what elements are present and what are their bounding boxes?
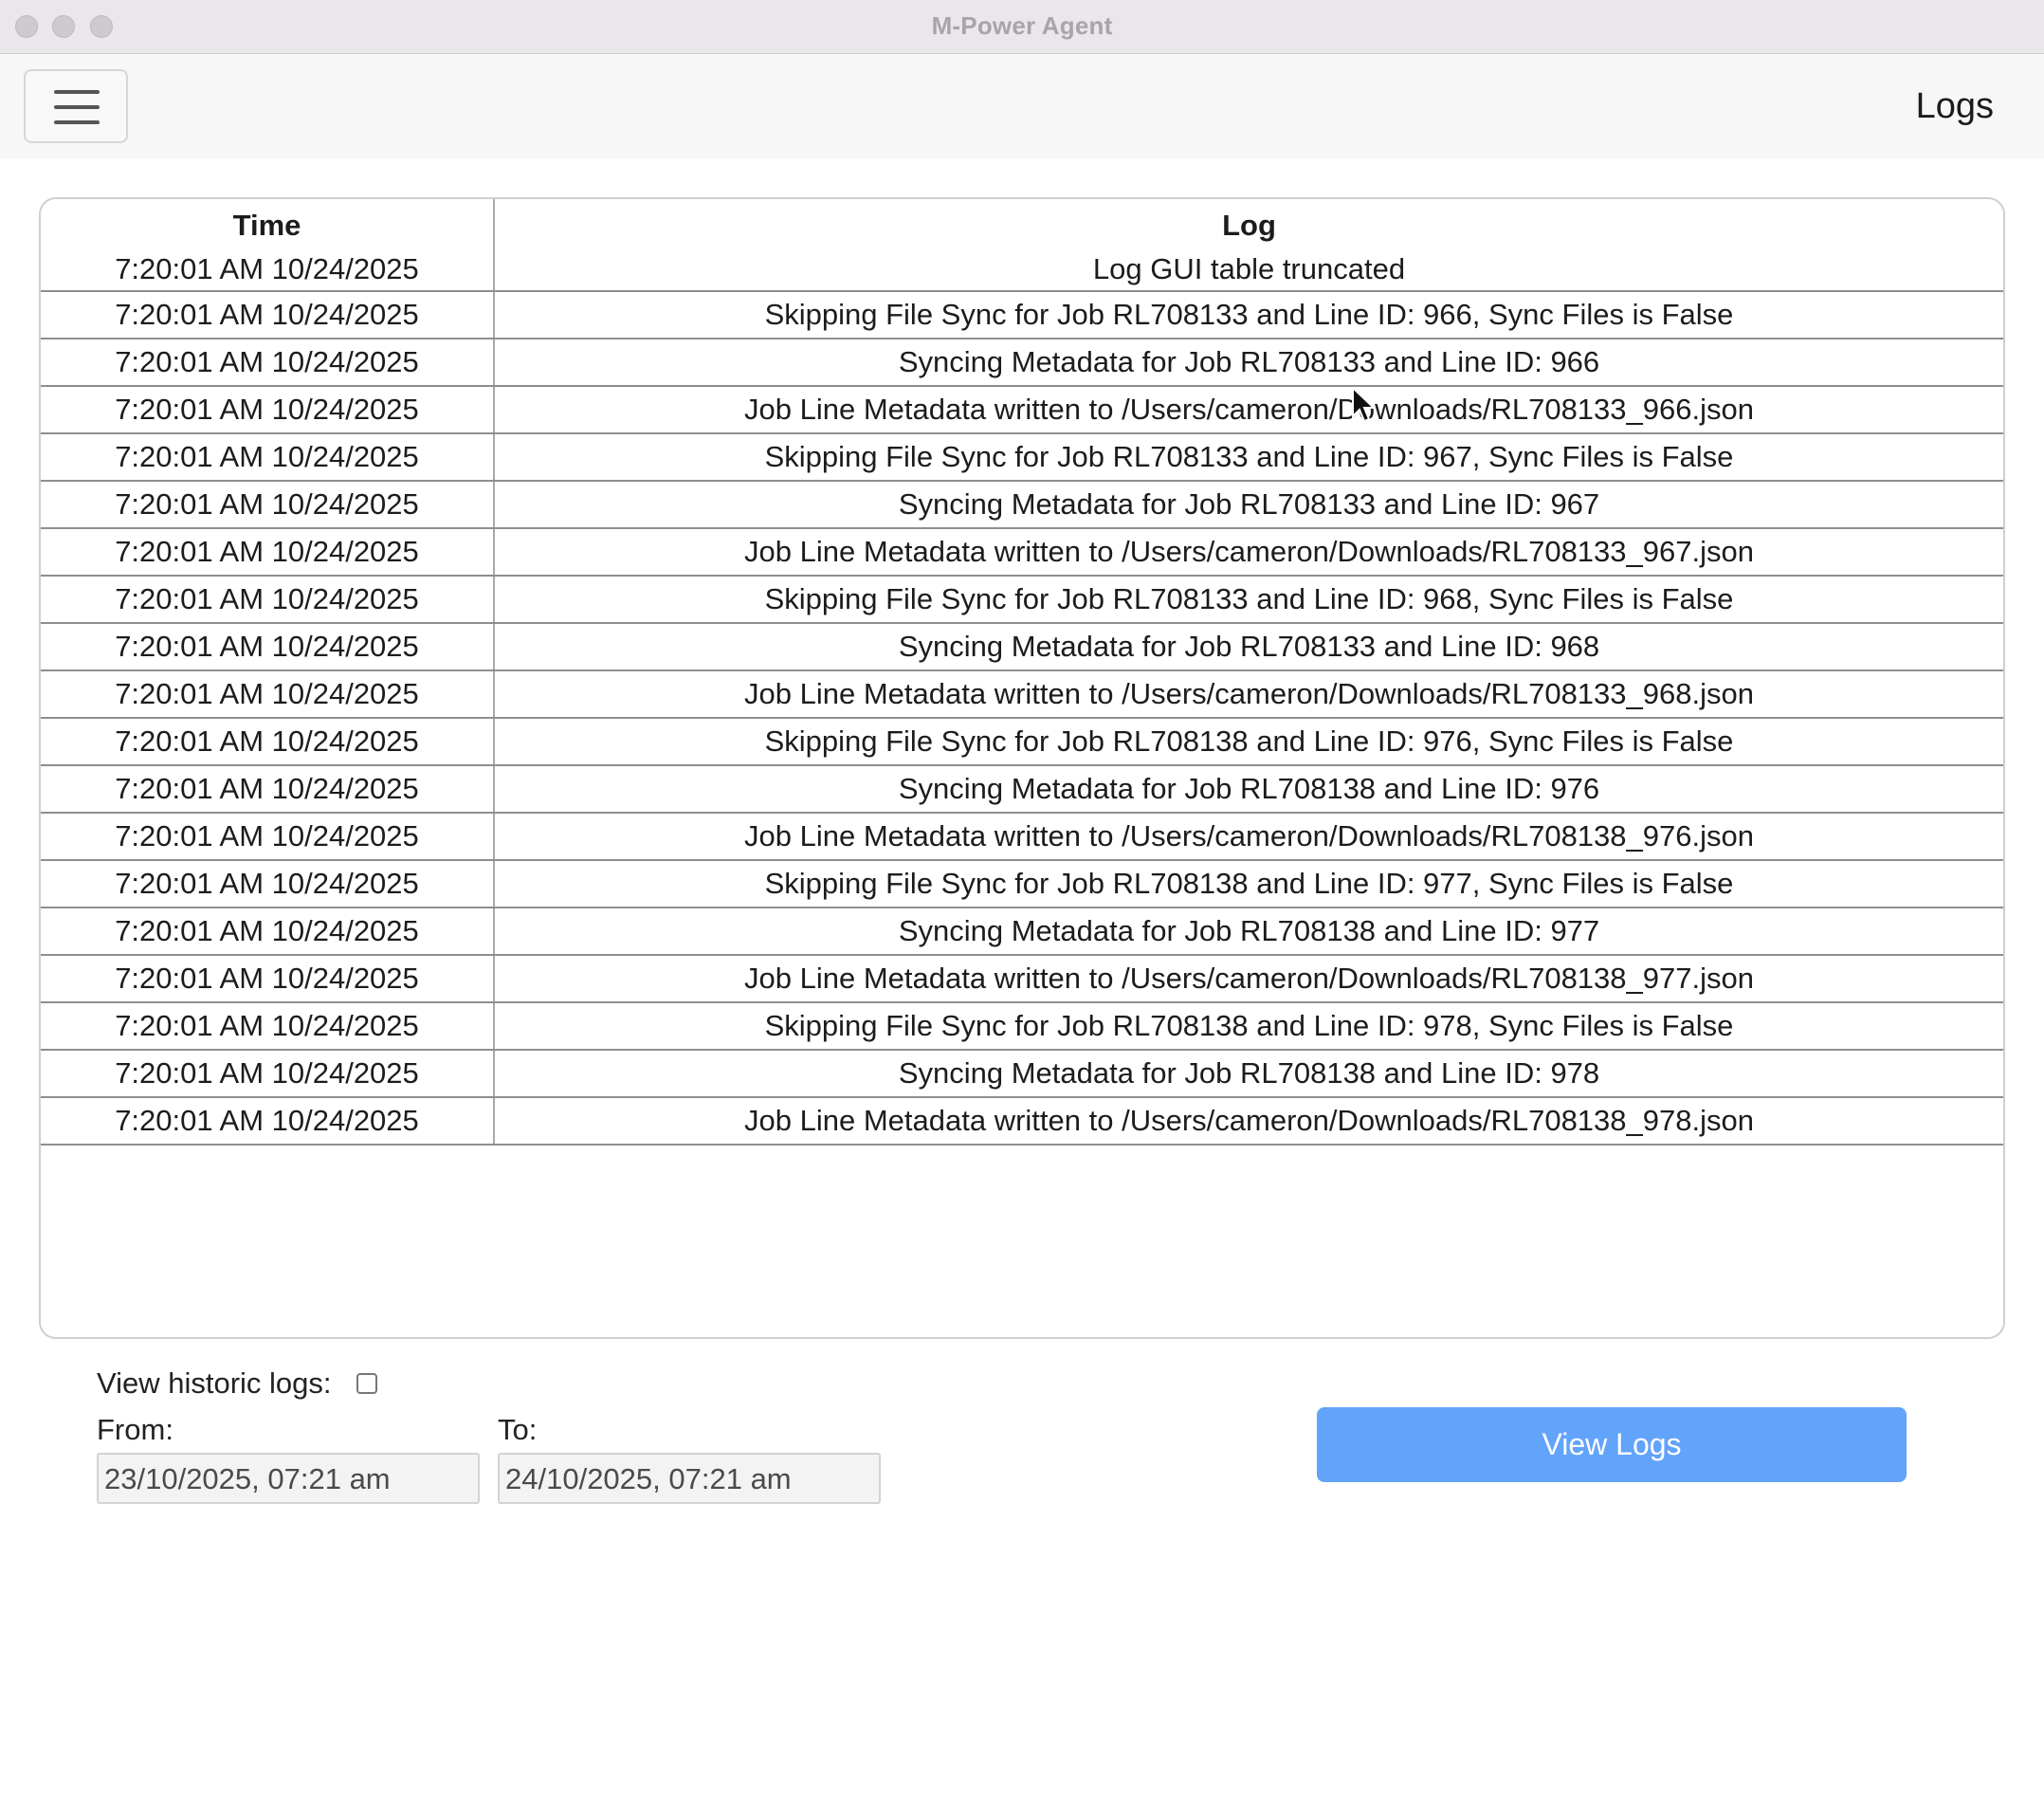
log-message-cell: Job Line Metadata written to /Users/came… bbox=[494, 955, 2003, 1003]
log-message-cell: Skipping File Sync for Job RL708133 and … bbox=[494, 576, 2003, 624]
table-header-row: Time Log bbox=[41, 199, 2003, 248]
table-row: 7:20:01 AM 10/24/2025 Syncing Metadata fo… bbox=[41, 908, 2003, 956]
log-message-cell: Skipping File Sync for Job RL708138 and … bbox=[494, 1002, 2003, 1051]
log-message-cell: Syncing Metadata for Job RL708133 and Li… bbox=[494, 339, 2003, 387]
log-message-cell: Log GUI table truncated bbox=[494, 248, 2003, 292]
log-time-cell: 7:20:01 AM 10/24/2025 bbox=[41, 955, 495, 1003]
log-message-cell: Job Line Metadata written to /Users/came… bbox=[494, 670, 2003, 719]
column-header-time: Time bbox=[41, 199, 495, 248]
log-time-cell: 7:20:01 AM 10/24/2025 bbox=[41, 528, 495, 577]
log-message-cell: Syncing Metadata for Job RL708138 and Li… bbox=[494, 1050, 2003, 1098]
from-label: From: bbox=[97, 1413, 173, 1446]
table-row: 7:20:01 AM 10/24/2025 Job Line Metadata w… bbox=[41, 528, 2003, 577]
log-time-cell: 7:20:01 AM 10/24/2025 bbox=[41, 718, 495, 766]
table-row: 7:20:01 AM 10/24/2025 Job Line Metadata w… bbox=[41, 1097, 2003, 1146]
log-message-cell: Job Line Metadata written to /Users/came… bbox=[494, 386, 2003, 434]
log-time-cell: 7:20:01 AM 10/24/2025 bbox=[41, 386, 495, 434]
table-row: 7:20:01 AM 10/24/2025 Log GUI table trunc… bbox=[41, 248, 2003, 292]
menu-toggle-button[interactable] bbox=[24, 69, 128, 143]
table-row: 7:20:01 AM 10/24/2025 Job Line Metadata w… bbox=[41, 670, 2003, 719]
table-row: 7:20:01 AM 10/24/2025 Syncing Metadata fo… bbox=[41, 339, 2003, 387]
log-time-cell: 7:20:01 AM 10/24/2025 bbox=[41, 765, 495, 814]
column-header-log: Log bbox=[1222, 209, 1276, 242]
table-row: 7:20:01 AM 10/24/2025 Syncing Metadata fo… bbox=[41, 765, 2003, 814]
log-time-cell: 7:20:01 AM 10/24/2025 bbox=[41, 576, 495, 624]
log-time-cell: 7:20:01 AM 10/24/2025 bbox=[41, 433, 495, 482]
table-row: 7:20:01 AM 10/24/2025 Skipping File Sync … bbox=[41, 860, 2003, 908]
table-row: 7:20:01 AM 10/24/2025 Skipping File Sync … bbox=[41, 291, 2003, 339]
log-table: Time Log 7:20:01 AM 10/24/2025 Log GUI ta… bbox=[41, 199, 2003, 1146]
table-row: 7:20:01 AM 10/24/2025 Job Line Metadata w… bbox=[41, 813, 2003, 861]
app-header: Logs bbox=[0, 54, 2044, 158]
log-time-cell: 7:20:01 AM 10/24/2025 bbox=[41, 670, 495, 719]
log-message-cell: Skipping File Sync for Job RL708138 and … bbox=[494, 718, 2003, 766]
to-datetime-input[interactable]: 24/10/2025, 07:21 am bbox=[498, 1453, 881, 1504]
log-time-cell: 7:20:01 AM 10/24/2025 bbox=[41, 1097, 495, 1146]
log-time-cell: 7:20:01 AM 10/24/2025 bbox=[41, 1002, 495, 1051]
log-time-cell: 7:20:01 AM 10/24/2025 bbox=[41, 339, 495, 387]
view-logs-button[interactable]: View Logs bbox=[1317, 1407, 1907, 1482]
log-time-cell: 7:20:01 AM 10/24/2025 bbox=[41, 813, 495, 861]
log-time-cell: 7:20:01 AM 10/24/2025 bbox=[41, 623, 495, 671]
table-row: 7:20:01 AM 10/24/2025 Syncing Metadata fo… bbox=[41, 1050, 2003, 1098]
log-time-cell: 7:20:01 AM 10/24/2025 bbox=[41, 908, 495, 956]
log-message-cell: Skipping File Sync for Job RL708133 and … bbox=[494, 291, 2003, 339]
log-message-cell: Syncing Metadata for Job RL708133 and Li… bbox=[494, 481, 2003, 529]
log-table-body: 7:20:01 AM 10/24/2025 Log GUI table trunc… bbox=[41, 248, 2003, 1146]
log-time-cell: 7:20:01 AM 10/24/2025 bbox=[41, 860, 495, 908]
table-row: 7:20:01 AM 10/24/2025 Skipping File Sync … bbox=[41, 576, 2003, 624]
view-historic-logs-label: View historic logs: bbox=[97, 1366, 332, 1400]
window-title: M-Power Agent bbox=[931, 11, 1113, 40]
table-row: 7:20:01 AM 10/24/2025 Job Line Metadata w… bbox=[41, 386, 2003, 434]
window-titlebar: M-Power Agent bbox=[0, 0, 2044, 54]
log-message-cell: Syncing Metadata for Job RL708133 and Li… bbox=[494, 623, 2003, 671]
log-message-cell: Skipping File Sync for Job RL708133 and … bbox=[494, 433, 2003, 482]
log-table-container[interactable]: Time Log 7:20:01 AM 10/24/2025 Log GUI ta… bbox=[39, 197, 2005, 1339]
table-row: 7:20:01 AM 10/24/2025 Skipping File Sync … bbox=[41, 1002, 2003, 1051]
table-row: 7:20:01 AM 10/24/2025 Syncing Metadata fo… bbox=[41, 623, 2003, 671]
table-row: 7:20:01 AM 10/24/2025 Job Line Metadata w… bbox=[41, 955, 2003, 1003]
log-message-cell: Syncing Metadata for Job RL708138 and Li… bbox=[494, 765, 2003, 814]
log-message-cell: Job Line Metadata written to /Users/came… bbox=[494, 1097, 2003, 1146]
log-time-cell: 7:20:01 AM 10/24/2025 bbox=[41, 291, 495, 339]
log-message-cell: Skipping File Sync for Job RL708138 and … bbox=[494, 860, 2003, 908]
to-label: To: bbox=[498, 1413, 538, 1446]
view-historic-logs-checkbox[interactable] bbox=[356, 1373, 377, 1394]
from-datetime-input[interactable]: 23/10/2025, 07:21 am bbox=[97, 1453, 480, 1504]
page-title: Logs bbox=[1915, 86, 1994, 126]
log-time-cell: 7:20:01 AM 10/24/2025 bbox=[41, 481, 495, 529]
log-time-cell: 7:20:01 AM 10/24/2025 bbox=[41, 1050, 495, 1098]
log-message-cell: Job Line Metadata written to /Users/came… bbox=[494, 528, 2003, 577]
log-message-cell: Syncing Metadata for Job RL708138 and Li… bbox=[494, 908, 2003, 956]
table-row: 7:20:01 AM 10/24/2025 Skipping File Sync … bbox=[41, 718, 2003, 766]
log-time-cell: 7:20:01 AM 10/24/2025 bbox=[41, 248, 495, 292]
table-row: 7:20:01 AM 10/24/2025 Syncing Metadata fo… bbox=[41, 481, 2003, 529]
table-row: 7:20:01 AM 10/24/2025 Skipping File Sync … bbox=[41, 433, 2003, 482]
log-message-cell: Job Line Metadata written to /Users/came… bbox=[494, 813, 2003, 861]
